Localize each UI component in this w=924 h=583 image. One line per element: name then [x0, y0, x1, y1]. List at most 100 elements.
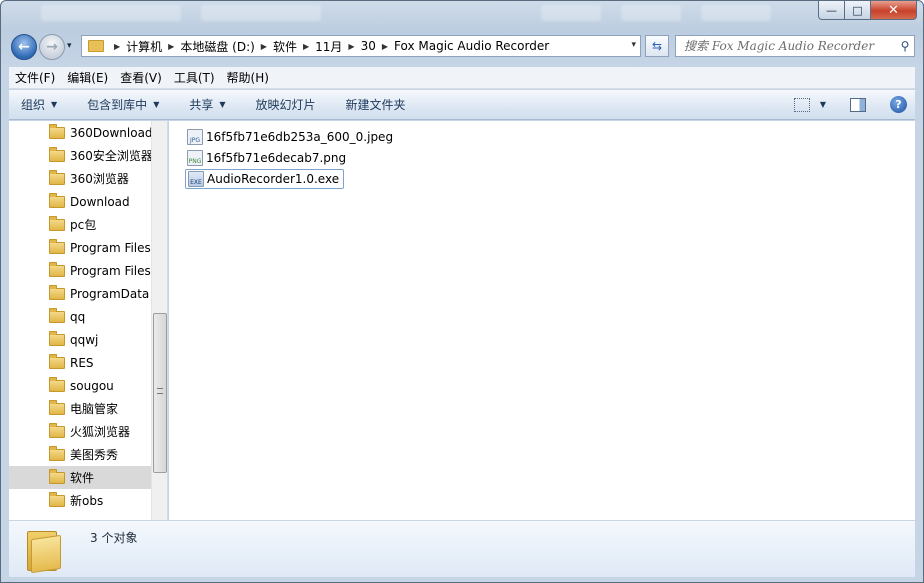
- folder-large-icon: [27, 527, 67, 574]
- sidebar-item-label: Program Files: [70, 263, 151, 278]
- chevron-right-icon[interactable]: ▶: [114, 42, 120, 51]
- sidebar-item[interactable]: Program Files: [9, 259, 151, 282]
- close-button[interactable]: ✕: [871, 1, 917, 20]
- sidebar-item-label: RES: [70, 355, 94, 370]
- sidebar-item-label: Program Files: [70, 240, 151, 255]
- sidebar-item[interactable]: Program Files: [9, 236, 151, 259]
- png-file-icon: PNG: [187, 150, 203, 166]
- navigation-scrollbar[interactable]: [151, 121, 167, 520]
- folder-icon: [49, 215, 65, 231]
- folder-icon: [49, 169, 65, 185]
- sidebar-item[interactable]: 美图秀秀: [9, 443, 151, 466]
- preview-pane-icon[interactable]: [850, 97, 866, 112]
- help-icon[interactable]: ?: [890, 96, 907, 113]
- recent-pages-dropdown[interactable]: ▾: [67, 41, 72, 51]
- address-dropdown-icon[interactable]: ▾: [631, 40, 636, 50]
- sidebar-item[interactable]: 电脑管家: [9, 397, 151, 420]
- file-item[interactable]: EXE AudioRecorder1.0.exe: [185, 169, 345, 189]
- sidebar-item[interactable]: Download: [9, 190, 151, 213]
- maximize-button[interactable]: □: [845, 1, 871, 20]
- jpeg-file-icon: JPG: [187, 129, 203, 145]
- share-button[interactable]: 共享 ▼: [171, 96, 237, 113]
- folder-icon: [49, 307, 65, 323]
- menu-file[interactable]: 文件(F): [9, 69, 61, 86]
- sidebar-item[interactable]: sougou: [9, 374, 151, 397]
- chevron-right-icon[interactable]: ▶: [168, 42, 174, 51]
- file-name: 16f5fb71e6decab7.png: [206, 151, 347, 165]
- back-button[interactable]: ←: [11, 34, 37, 60]
- sidebar-item[interactable]: 360浏览器: [9, 167, 151, 190]
- folder-icon: [49, 192, 65, 208]
- titlebar-ghost: [541, 5, 601, 21]
- search-box[interactable]: ⚲: [675, 35, 915, 57]
- sidebar-item[interactable]: ProgramData: [9, 282, 151, 305]
- breadcrumb-computer[interactable]: 计算机: [126, 38, 162, 55]
- breadcrumb-drive-d[interactable]: 本地磁盘 (D:): [180, 38, 254, 55]
- folder-tree: 360Download 360安全浏览器 360浏览器 Download pc包 Prog…: [9, 121, 151, 512]
- dropdown-arrow-icon: ▼: [153, 100, 160, 109]
- address-bar[interactable]: ▶ 计算机 ▶ 本地磁盘 (D:) ▶ 软件 ▶ 11月 ▶ 30 ▶ Fox …: [81, 35, 641, 57]
- sidebar-item-label: 软件: [70, 471, 95, 485]
- breadcrumb-software[interactable]: 软件: [273, 38, 297, 55]
- refresh-button[interactable]: ⇆: [645, 35, 669, 57]
- sidebar-item[interactable]: 新obs: [9, 489, 151, 512]
- scrollbar-grip-icon: [157, 388, 163, 394]
- folder-icon: [88, 40, 104, 52]
- explorer-window: — □ ✕ ← → ▾ ▶ 计算机 ▶ 本地磁盘 (D:) ▶ 软件 ▶ 11月…: [0, 0, 924, 583]
- menu-tools[interactable]: 工具(T): [168, 69, 221, 86]
- folder-icon: [49, 491, 65, 507]
- sidebar-item[interactable]: 软件: [9, 466, 151, 489]
- sidebar-item[interactable]: 火狐浏览器: [9, 420, 151, 443]
- new-folder-label: 新建文件夹: [345, 98, 406, 112]
- item-count: 3 个对象: [90, 531, 138, 545]
- folder-icon: [49, 123, 65, 139]
- folder-icon: [49, 468, 65, 484]
- organize-label: 组织: [21, 98, 46, 112]
- menu-help[interactable]: 帮助(H): [221, 69, 275, 86]
- chevron-right-icon[interactable]: ▶: [303, 42, 309, 51]
- chevron-right-icon[interactable]: ▶: [261, 42, 267, 51]
- sidebar-item[interactable]: qq: [9, 305, 151, 328]
- file-list: JPG 16f5fb71e6db253a_600_0.jpeg PNG 16f5fb7…: [169, 121, 915, 520]
- sidebar-item[interactable]: qqwj: [9, 328, 151, 351]
- slideshow-label: 放映幻灯片: [255, 98, 316, 112]
- minimize-button[interactable]: —: [818, 1, 845, 20]
- organize-button[interactable]: 组织 ▼: [9, 96, 69, 113]
- include-in-library-button[interactable]: 包含到库中 ▼: [69, 96, 171, 113]
- change-view-icon[interactable]: [793, 97, 810, 112]
- breadcrumb-30[interactable]: 30: [361, 39, 376, 53]
- folder-icon: [49, 353, 65, 369]
- search-icon[interactable]: ⚲: [896, 39, 914, 53]
- sidebar-item-label: pc包: [70, 218, 97, 232]
- sidebar-item[interactable]: 360安全浏览器: [9, 144, 151, 167]
- scrollbar-thumb[interactable]: [153, 313, 167, 473]
- sidebar-item-label: 美图秀秀: [70, 448, 119, 462]
- forward-button[interactable]: →: [39, 34, 65, 60]
- folder-icon: [49, 422, 65, 438]
- menu-bar: 文件(F) 编辑(E) 查看(V) 工具(T) 帮助(H): [9, 67, 915, 89]
- new-folder-button[interactable]: 新建文件夹: [328, 96, 418, 113]
- menu-edit[interactable]: 编辑(E): [61, 69, 114, 86]
- folder-icon: [49, 146, 65, 162]
- menu-view[interactable]: 查看(V): [114, 69, 168, 86]
- view-options-dropdown-icon[interactable]: ▼: [820, 100, 826, 109]
- search-input[interactable]: [676, 36, 896, 56]
- file-item[interactable]: PNG 16f5fb71e6decab7.png: [185, 148, 350, 168]
- sidebar-item[interactable]: pc包: [9, 213, 151, 236]
- folder-icon: [49, 238, 65, 254]
- sidebar-item[interactable]: 360Download: [9, 121, 151, 144]
- sidebar-item-label: 360Download: [70, 125, 151, 140]
- chevron-right-icon[interactable]: ▶: [348, 42, 354, 51]
- navigation-row: ← → ▾ ▶ 计算机 ▶ 本地磁盘 (D:) ▶ 软件 ▶ 11月 ▶ 30 …: [9, 33, 915, 61]
- file-item[interactable]: JPG 16f5fb71e6db253a_600_0.jpeg: [185, 127, 397, 147]
- dropdown-arrow-icon: ▼: [51, 100, 58, 109]
- sidebar-item[interactable]: RES: [9, 351, 151, 374]
- breadcrumb-november[interactable]: 11月: [315, 38, 342, 55]
- titlebar-ghost: [701, 5, 771, 21]
- sidebar-item-label: sougou: [70, 378, 114, 393]
- breadcrumb-current-folder[interactable]: Fox Magic Audio Recorder: [394, 39, 549, 53]
- sidebar-item-label: qq: [70, 309, 86, 324]
- titlebar-ghost: [41, 5, 181, 21]
- slideshow-button[interactable]: 放映幻灯片: [238, 96, 328, 113]
- chevron-right-icon[interactable]: ▶: [382, 42, 388, 51]
